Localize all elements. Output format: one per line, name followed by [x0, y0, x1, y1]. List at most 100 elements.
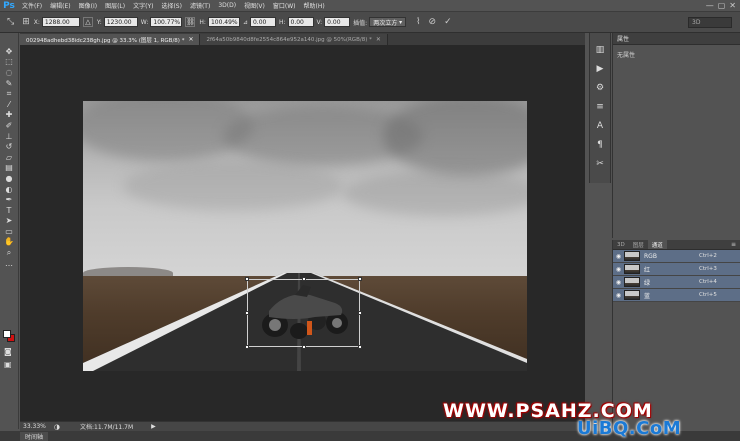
history-brush-tool-icon[interactable]: ↺ — [2, 141, 16, 152]
width-input[interactable]: 100.77% — [150, 17, 183, 27]
options-bar: ⤡ ⊞ X: 1288.00 △ Y: 1230.00 W: 100.77% ⛓… — [0, 12, 740, 33]
shape-tool-icon[interactable]: ▭ — [2, 226, 16, 237]
interpolation-select[interactable]: 两次立方 ▾ — [369, 17, 407, 27]
maximize-button[interactable]: ▢ — [718, 1, 726, 10]
path-select-tool-icon[interactable]: ➤ — [2, 216, 16, 227]
actions-panel-icon[interactable]: ▶ — [593, 62, 607, 76]
type-tool-icon[interactable]: T — [2, 205, 16, 216]
interpolation-value: 两次立方 — [373, 19, 398, 27]
menu-file[interactable]: 文件(F) — [18, 1, 46, 10]
relative-position-icon[interactable]: △ — [82, 17, 93, 27]
channel-row-rgb[interactable]: ◉ RGB Ctrl+2 — [613, 250, 740, 263]
menu-help[interactable]: 帮助(H) — [300, 1, 329, 10]
extra-tools-icon[interactable]: … — [2, 258, 16, 269]
transform-tool-icon[interactable]: ⤡ — [7, 17, 14, 27]
tab-layers[interactable]: 图层 — [629, 240, 648, 249]
vskew-input[interactable]: 0.00 — [324, 17, 351, 27]
handle-left[interactable] — [245, 311, 249, 315]
menu-3d[interactable]: 3D(D) — [214, 2, 240, 9]
minimize-button[interactable]: — — [706, 1, 714, 10]
blur-tool-icon[interactable]: ● — [2, 173, 16, 184]
channel-row-red[interactable]: ◉ 红 Ctrl+3 — [613, 263, 740, 276]
healing-tool-icon[interactable]: ✚ — [2, 110, 16, 121]
foreground-color-swatch[interactable] — [3, 330, 11, 338]
angle-input[interactable]: 0.00 — [249, 17, 276, 27]
menu-type[interactable]: 文字(Y) — [129, 1, 157, 10]
character-panel-icon[interactable]: A — [593, 119, 607, 133]
zoom-level[interactable]: 33.33% — [23, 423, 46, 430]
brush-tool-icon[interactable]: ✐ — [2, 120, 16, 131]
x-input[interactable]: 1288.00 — [41, 17, 80, 27]
hand-tool-icon[interactable]: ✋ — [2, 237, 16, 248]
channel-name: 绿 — [644, 279, 651, 287]
zoom-tool-icon[interactable]: ⌕ — [2, 247, 16, 258]
brush-panel-icon[interactable]: ≡ — [593, 100, 607, 114]
channel-row-green[interactable]: ◉ 绿 Ctrl+4 — [613, 276, 740, 289]
reference-point-icon[interactable]: ⊞ — [22, 17, 30, 27]
crop-tool-icon[interactable]: ⌗ — [2, 88, 16, 99]
eyedropper-tool-icon[interactable]: ⁄ — [2, 99, 16, 110]
commit-transform-icon[interactable]: ✓ — [444, 17, 452, 27]
menu-select[interactable]: 选择(S) — [157, 1, 186, 10]
collapsed-panels-strip: ▥ ▶ ⚙ ≡ A ¶ ✂ — [589, 33, 611, 183]
close-button[interactable]: ✕ — [729, 1, 736, 10]
visibility-eye-icon[interactable]: ◉ — [613, 279, 624, 286]
dodge-tool-icon[interactable]: ◐ — [2, 184, 16, 195]
status-bar: 33.33% ◑ 文档:11.7M/11.7M ▶ — [20, 421, 585, 431]
warp-icon[interactable]: ⌇ — [416, 17, 420, 27]
handle-bottom-left[interactable] — [245, 345, 249, 349]
handle-top-right[interactable] — [358, 277, 362, 281]
stamp-tool-icon[interactable]: ⊥ — [2, 131, 16, 142]
menu-window[interactable]: 窗口(W) — [269, 1, 300, 10]
doc-tab-2[interactable]: 2f64a50b9840d8fe2554c864e952a140.jpg @ 5… — [200, 34, 388, 45]
visibility-eye-icon[interactable]: ◉ — [613, 292, 624, 299]
gradient-tool-icon[interactable]: ▤ — [2, 163, 16, 174]
link-icon[interactable]: ⛓ — [185, 17, 196, 27]
menu-image[interactable]: 图像(I) — [75, 1, 101, 10]
visibility-eye-icon[interactable]: ◉ — [613, 266, 624, 273]
tools-panel: ✥ ⬚ ◌ ✎ ⌗ ⁄ ✚ ✐ ⊥ ↺ ▱ ▤ ● ◐ ✒ T ➤ ▭ ✋ ⌕ … — [0, 33, 19, 429]
history-panel-icon[interactable]: ▥ — [593, 43, 607, 57]
handle-bottom-right[interactable] — [358, 345, 362, 349]
tab-3d[interactable]: 3D — [613, 240, 629, 249]
close-icon[interactable]: ✕ — [376, 36, 381, 43]
hskew-input[interactable]: 0.00 — [287, 17, 314, 27]
status-menu-arrow-icon[interactable]: ▶ — [151, 423, 156, 430]
height-input[interactable]: 100.49% — [207, 17, 240, 27]
close-icon[interactable]: ✕ — [188, 36, 193, 43]
workspace-select[interactable]: 3D — [688, 17, 732, 28]
quick-mask-icon[interactable]: ◙ — [4, 347, 12, 356]
doc-tab-1[interactable]: 002948adhebd38idc238gh.jpg @ 33.3% (图层 1… — [20, 34, 201, 45]
adjustments-panel-icon[interactable]: ⚙ — [593, 81, 607, 95]
channel-row-blue[interactable]: ◉ 蓝 Ctrl+5 — [613, 289, 740, 302]
properties-header[interactable]: 属性 — [613, 33, 740, 45]
panel-menu-icon[interactable]: ≡ — [731, 241, 736, 248]
menu-filter[interactable]: 滤镜(T) — [186, 1, 214, 10]
eraser-tool-icon[interactable]: ▱ — [2, 152, 16, 163]
timeline-tab[interactable]: 时间轴 — [20, 431, 49, 441]
handle-bottom[interactable] — [302, 345, 306, 349]
tab-channels[interactable]: 通道 — [647, 240, 667, 249]
quick-select-tool-icon[interactable]: ✎ — [2, 78, 16, 89]
visibility-eye-icon[interactable]: ◉ — [613, 253, 624, 260]
lasso-tool-icon[interactable]: ◌ — [2, 67, 16, 78]
document-tabs: 002948adhebd38idc238gh.jpg @ 33.3% (图层 1… — [20, 33, 585, 45]
pen-tool-icon[interactable]: ✒ — [2, 194, 16, 205]
status-info-icon[interactable]: ◑ — [54, 423, 60, 431]
menu-layer[interactable]: 图层(L) — [101, 1, 129, 10]
menu-view[interactable]: 视图(V) — [240, 1, 269, 10]
screen-mode-icon[interactable]: ▣ — [4, 360, 12, 369]
canvas-area[interactable] — [20, 45, 585, 421]
panel-tabs: 3D 图层 通道 ≡ — [613, 240, 740, 250]
handle-right[interactable] — [358, 311, 362, 315]
handle-top[interactable] — [302, 277, 306, 281]
y-input[interactable]: 1230.00 — [103, 17, 138, 27]
paragraph-panel-icon[interactable]: ¶ — [593, 138, 607, 152]
handle-top-left[interactable] — [245, 277, 249, 281]
cancel-transform-icon[interactable]: ⊘ — [429, 17, 437, 27]
menu-edit[interactable]: 编辑(E) — [46, 1, 74, 10]
transform-bounding-box[interactable] — [245, 277, 362, 349]
tool-presets-icon[interactable]: ✂ — [593, 157, 607, 171]
move-tool-icon[interactable]: ✥ — [2, 46, 16, 57]
marquee-tool-icon[interactable]: ⬚ — [2, 57, 16, 68]
